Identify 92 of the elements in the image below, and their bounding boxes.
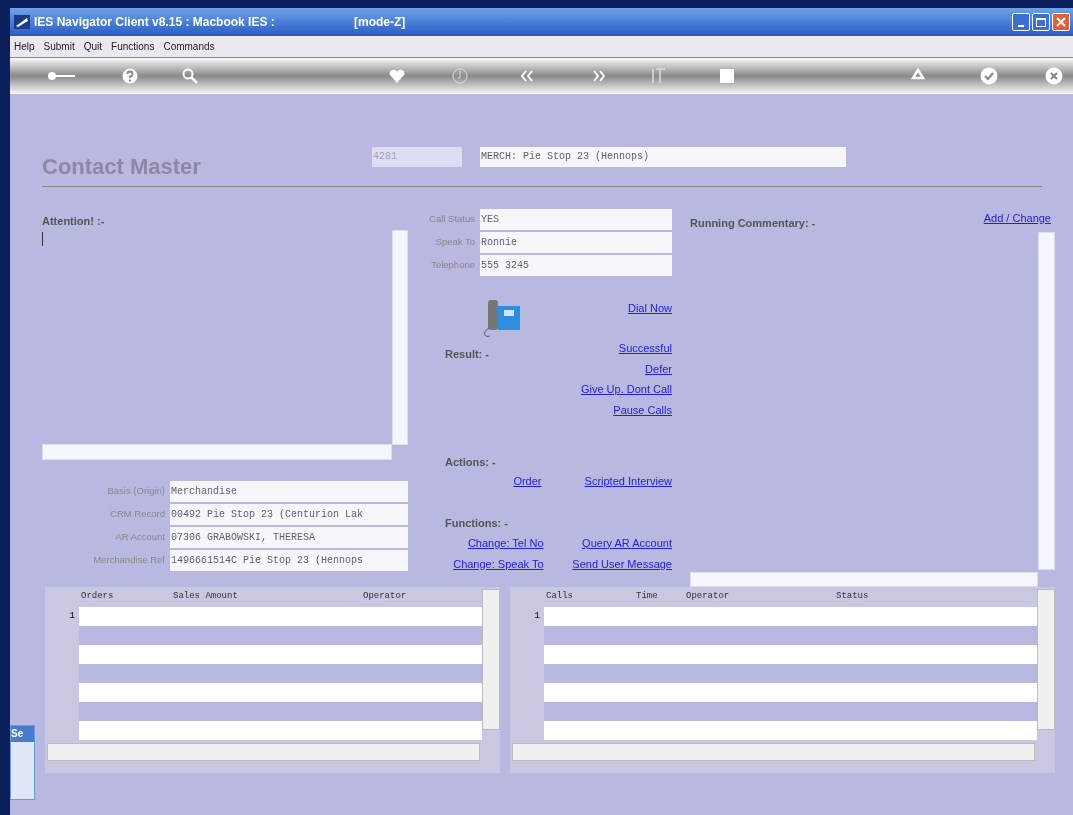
form-title: Contact Master <box>42 152 202 181</box>
vertical-scrollbar[interactable] <box>482 589 500 730</box>
text-cursor-icon[interactable] <box>652 68 666 84</box>
attention-text-area[interactable] <box>42 230 408 460</box>
grid-row[interactable] <box>544 626 1037 645</box>
attention-label: Attention! :- <box>42 214 106 228</box>
action-link[interactable]: Defer <box>645 360 672 377</box>
search-icon[interactable] <box>182 68 198 84</box>
dial-now-link[interactable]: Dial Now <box>628 300 672 317</box>
horizontal-scrollbar[interactable] <box>690 572 1038 587</box>
row-number: 1 <box>533 610 541 623</box>
grid-row[interactable] <box>544 664 1037 683</box>
field-label: Merchandise Ref <box>92 553 166 568</box>
field-label: Basis (Origin) <box>106 484 166 499</box>
grid-row[interactable] <box>79 607 482 626</box>
action-link[interactable]: Pause Calls <box>613 401 672 418</box>
grid-row[interactable] <box>79 683 482 702</box>
grid-row[interactable] <box>79 702 482 721</box>
menu-item[interactable]: Submit <box>43 39 75 54</box>
column-header[interactable]: Operator <box>363 590 463 604</box>
grid-row[interactable] <box>544 702 1037 721</box>
key-icon[interactable] <box>47 71 75 81</box>
grid-row[interactable] <box>79 664 482 683</box>
app-icon <box>14 15 30 29</box>
field-label: Telephone <box>430 258 476 273</box>
column-header[interactable]: Time <box>636 590 686 604</box>
grid-row[interactable] <box>544 721 1037 740</box>
help-icon[interactable] <box>122 68 138 84</box>
field-label: AR Account <box>114 530 166 545</box>
input-field[interactable]: 00492 Pie Stop 23 (Centurion Lak <box>170 504 408 525</box>
column-header[interactable]: Sales Amount <box>173 590 363 604</box>
maximize-button[interactable] <box>1032 13 1050 31</box>
vertical-scrollbar[interactable] <box>1037 589 1055 730</box>
field-label: CRM Record <box>109 507 166 522</box>
field-label: Speak To <box>434 235 476 250</box>
column-header[interactable]: Status <box>836 590 916 604</box>
action-link[interactable]: Query AR Account <box>582 534 672 551</box>
action-link[interactable]: Successful <box>618 340 672 357</box>
field-label: Call Status <box>428 212 476 227</box>
data-grid[interactable]: Orders Sales Amount Operator 1 <box>45 587 500 773</box>
action-link[interactable]: Change: Tel No <box>467 534 544 551</box>
column-header[interactable]: Orders <box>81 590 173 604</box>
clock-icon[interactable] <box>452 68 468 84</box>
square-icon[interactable] <box>720 69 734 83</box>
window-title: IES Navigator Client v8.15 : Macbook IES : <box>34 14 276 31</box>
double-left-icon[interactable] <box>520 70 534 82</box>
result-label: Result: - <box>445 347 489 362</box>
side-tab[interactable]: Se <box>10 725 35 800</box>
row-number: 1 <box>68 610 76 623</box>
heart-icon[interactable] <box>389 69 405 83</box>
name-field[interactable]: MERCH: Pie Stop 23 (Hennops) <box>480 147 846 167</box>
menu-item[interactable]: Commands <box>163 39 215 54</box>
window-mode: [mode-Z] <box>354 14 406 31</box>
grid-row[interactable] <box>544 645 1037 664</box>
data-grid[interactable]: Calls Time Operator Status 1 <box>510 587 1055 773</box>
grid-row[interactable] <box>79 626 482 645</box>
close-icon <box>1056 17 1066 27</box>
commentary-label: Running Commentary: - <box>690 215 816 231</box>
vertical-scrollbar[interactable] <box>392 230 408 445</box>
input-field[interactable]: 555 3245 <box>480 255 672 276</box>
add-change-link[interactable]: Add / Change <box>983 209 1051 226</box>
menu-item[interactable]: Help <box>14 39 35 54</box>
menu-item[interactable]: Functions <box>111 39 155 54</box>
actions-label: Actions: - <box>445 455 497 470</box>
input-field[interactable]: 1496661514C Pie Stop 23 (Hennops <box>170 550 408 571</box>
horizontal-scrollbar[interactable] <box>42 444 392 460</box>
vertical-scrollbar[interactable] <box>1038 232 1055 570</box>
action-link[interactable]: Scripted Interview <box>584 472 672 489</box>
column-header[interactable]: Operator <box>686 590 836 604</box>
close-button[interactable] <box>1052 13 1070 31</box>
grid-row[interactable] <box>544 683 1037 702</box>
minimize-button[interactable] <box>1012 13 1030 31</box>
double-right-icon[interactable] <box>592 70 606 82</box>
horizontal-scrollbar[interactable] <box>47 743 480 761</box>
menu-item[interactable]: Quit <box>83 39 103 54</box>
horizontal-scrollbar[interactable] <box>512 743 1035 761</box>
close-icon[interactable] <box>1045 67 1063 85</box>
grid-row[interactable] <box>544 607 1037 626</box>
action-link[interactable]: Send User Message <box>572 556 672 573</box>
column-header[interactable]: Calls <box>546 590 636 604</box>
commentary-text-area[interactable] <box>690 232 1055 587</box>
input-field[interactable]: YES <box>480 209 672 230</box>
grid-row[interactable] <box>79 721 482 740</box>
action-link[interactable]: Order <box>513 472 542 489</box>
grid-row[interactable] <box>79 645 482 664</box>
check-icon[interactable] <box>980 67 998 85</box>
action-link[interactable]: Give Up. Dont Call <box>580 381 672 398</box>
functions-label: Functions: - <box>445 516 509 531</box>
action-link[interactable]: Change: Speak To <box>453 556 544 573</box>
input-field[interactable]: 07306 GRABOWSKI, THERESA <box>170 527 408 548</box>
input-field[interactable]: Ronnie <box>480 232 672 253</box>
input-field[interactable]: Merchandise <box>170 481 408 502</box>
